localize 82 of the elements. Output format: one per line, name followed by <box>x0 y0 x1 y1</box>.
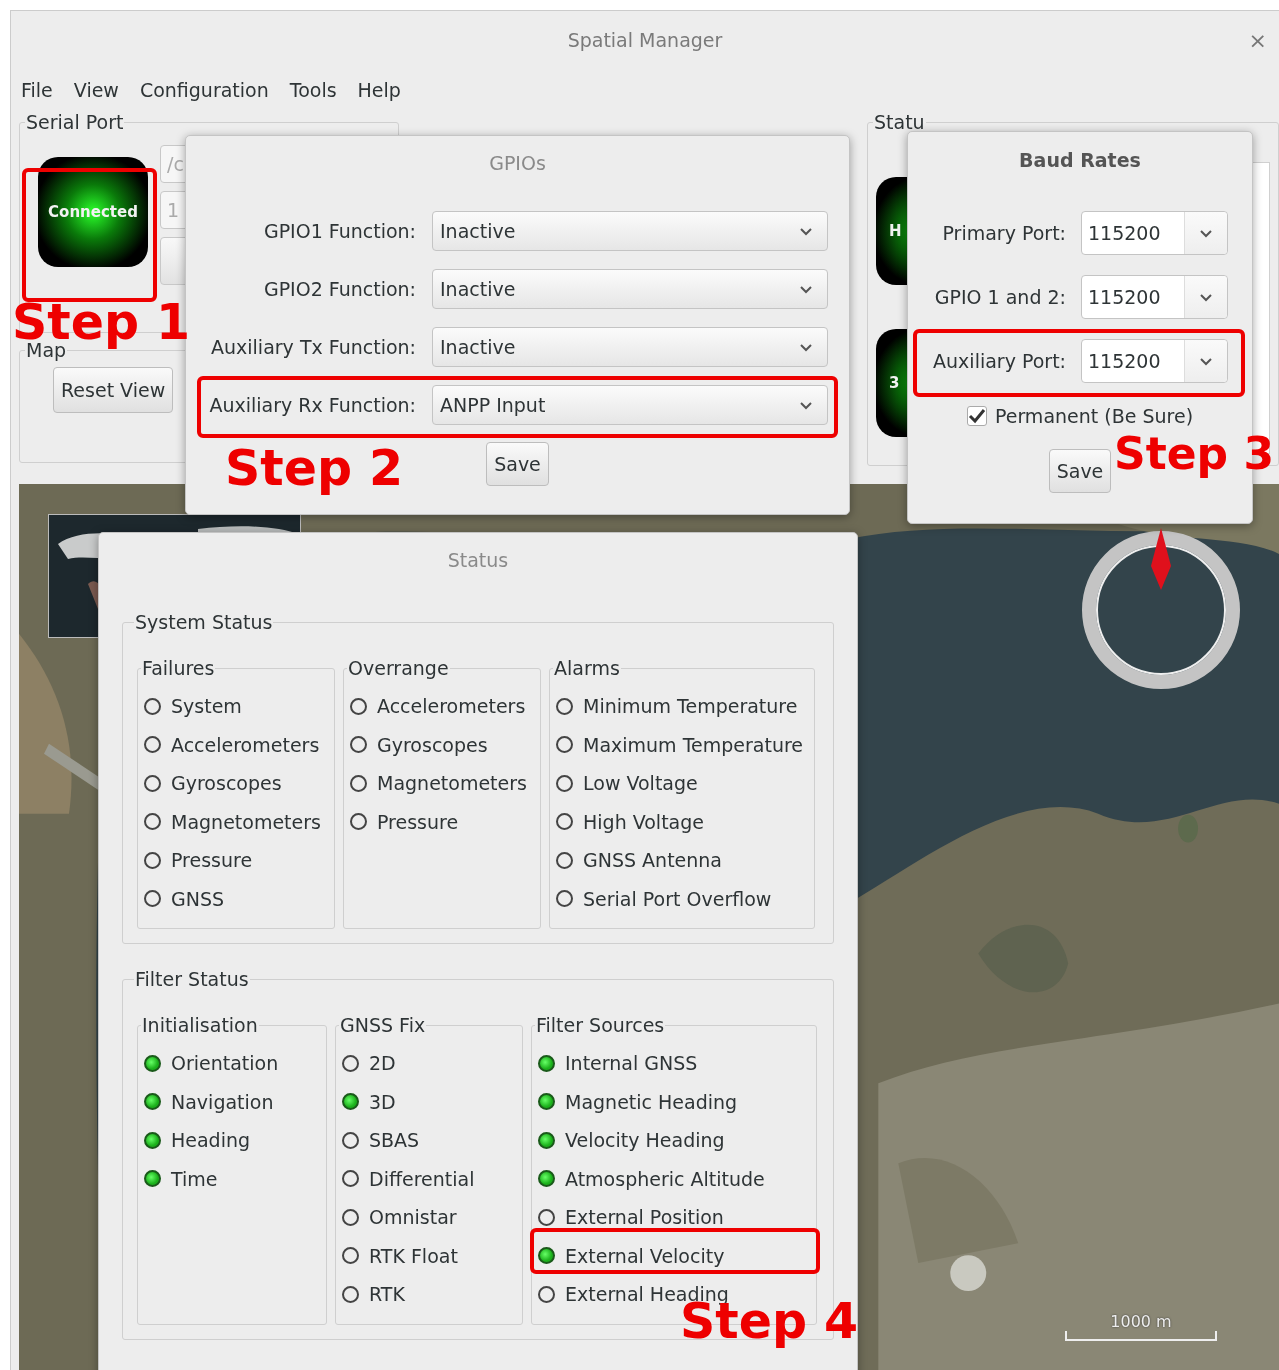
status-label: System <box>171 695 242 718</box>
dialog-title: GPIOs <box>489 152 546 174</box>
status-label: Magnetic Heading <box>565 1090 738 1113</box>
status-label: Differential <box>369 1167 475 1190</box>
status-label: RTK <box>369 1283 405 1306</box>
status-label: Internal GNSS <box>565 1052 698 1075</box>
caret-icon <box>1199 356 1213 366</box>
caret-icon <box>1199 292 1213 302</box>
status-label: Accelerometers <box>377 695 526 718</box>
group-title: Alarms <box>553 657 621 679</box>
status-label: Low Voltage <box>583 772 698 795</box>
menu-item[interactable]: Help <box>357 79 401 101</box>
close-button[interactable]: × <box>1244 27 1271 53</box>
status-label: External Position <box>565 1206 724 1229</box>
status-label: Heading <box>171 1129 251 1152</box>
status-label: High Voltage <box>583 810 704 833</box>
checkbox-label: Permanent (Be Sure) <box>994 405 1194 427</box>
field-label: GPIO2 Function: <box>262 278 416 300</box>
dropdown[interactable]: 115200 <box>1081 275 1228 319</box>
compass-icon <box>1081 528 1241 690</box>
status-label: GNSS Antenna <box>583 849 722 872</box>
dropdown[interactable]: ANPP Input <box>432 385 828 425</box>
checkbox[interactable] <box>966 406 987 426</box>
status-label: Time <box>171 1167 218 1190</box>
status-label: Orientation <box>171 1052 279 1075</box>
status-label: Gyroscopes <box>171 772 282 795</box>
group-title: Filter Sources <box>535 1014 666 1036</box>
dropdown[interactable]: Inactive <box>432 327 828 367</box>
field-label: GPIO1 Function: <box>262 220 416 242</box>
menu-item[interactable]: Configuration <box>139 79 269 101</box>
group-title: GNSS Fix <box>339 1014 427 1036</box>
group-title: Statu <box>873 111 926 133</box>
status-label: Navigation <box>171 1090 274 1113</box>
status-label: Minimum Temperature <box>583 695 798 718</box>
status-label: Pressure <box>171 849 253 872</box>
field-label: Auxiliary Rx Function: <box>208 394 416 416</box>
dropdown[interactable]: 115200 <box>1081 211 1228 255</box>
menu-item[interactable]: File <box>21 79 53 101</box>
status-label: Gyroscopes <box>377 733 488 756</box>
group-title: System Status <box>134 611 274 633</box>
window-title: Spatial Manager <box>567 29 723 51</box>
caret-icon <box>799 226 813 236</box>
status-label: Accelerometers <box>171 733 320 756</box>
status-label: 2D <box>369 1052 396 1075</box>
field-label: GPIO 1 and 2: <box>933 286 1066 308</box>
dialog-title: Baud Rates <box>1019 149 1141 171</box>
status-label: GNSS <box>171 887 225 910</box>
status-label: Magnetometers <box>377 772 527 795</box>
status-label: Maximum Temperature <box>583 733 803 756</box>
group-title: Failures <box>141 657 216 679</box>
scale-label: 1000 m <box>1110 1312 1172 1331</box>
group-title: Overrange <box>347 657 450 679</box>
caret-icon <box>799 400 813 410</box>
status-label: SBAS <box>369 1129 420 1152</box>
step-label: Step 3 <box>1114 432 1274 476</box>
dropdown[interactable]: 115200 <box>1081 339 1228 383</box>
dialog-title: Status <box>446 549 510 571</box>
status-label: External Velocity <box>565 1244 725 1267</box>
group-title: Initialisation <box>141 1014 259 1036</box>
status-label: Velocity Heading <box>565 1129 725 1152</box>
group-title: Filter Status <box>134 968 250 990</box>
connection-indicator[interactable]: Connected <box>38 157 148 267</box>
status-label: RTK Float <box>369 1244 458 1267</box>
status-label: Pressure <box>377 810 459 833</box>
status-label: Magnetometers <box>171 810 321 833</box>
status-label: Serial Port Overflow <box>583 887 772 910</box>
save-button[interactable]: Save <box>486 442 549 486</box>
caret-icon <box>799 284 813 294</box>
status-label: Atmospheric Altitude <box>565 1167 765 1190</box>
dropdown[interactable]: Inactive <box>432 211 828 251</box>
caret-icon <box>1199 228 1213 238</box>
caret-icon <box>799 342 813 352</box>
menu-item[interactable]: View <box>73 79 119 101</box>
step-label: Step 2 <box>225 444 404 493</box>
status-label: Omnistar <box>369 1206 457 1229</box>
status-label: 3D <box>369 1090 396 1113</box>
save-button[interactable]: Save <box>1048 449 1112 493</box>
field-label: Auxiliary Tx Function: <box>210 336 416 358</box>
menu-item[interactable]: Tools <box>289 79 337 101</box>
dropdown[interactable]: Inactive <box>432 269 828 309</box>
group-title: Serial Port <box>25 111 125 133</box>
reset-view-button[interactable]: Reset View <box>53 367 174 413</box>
